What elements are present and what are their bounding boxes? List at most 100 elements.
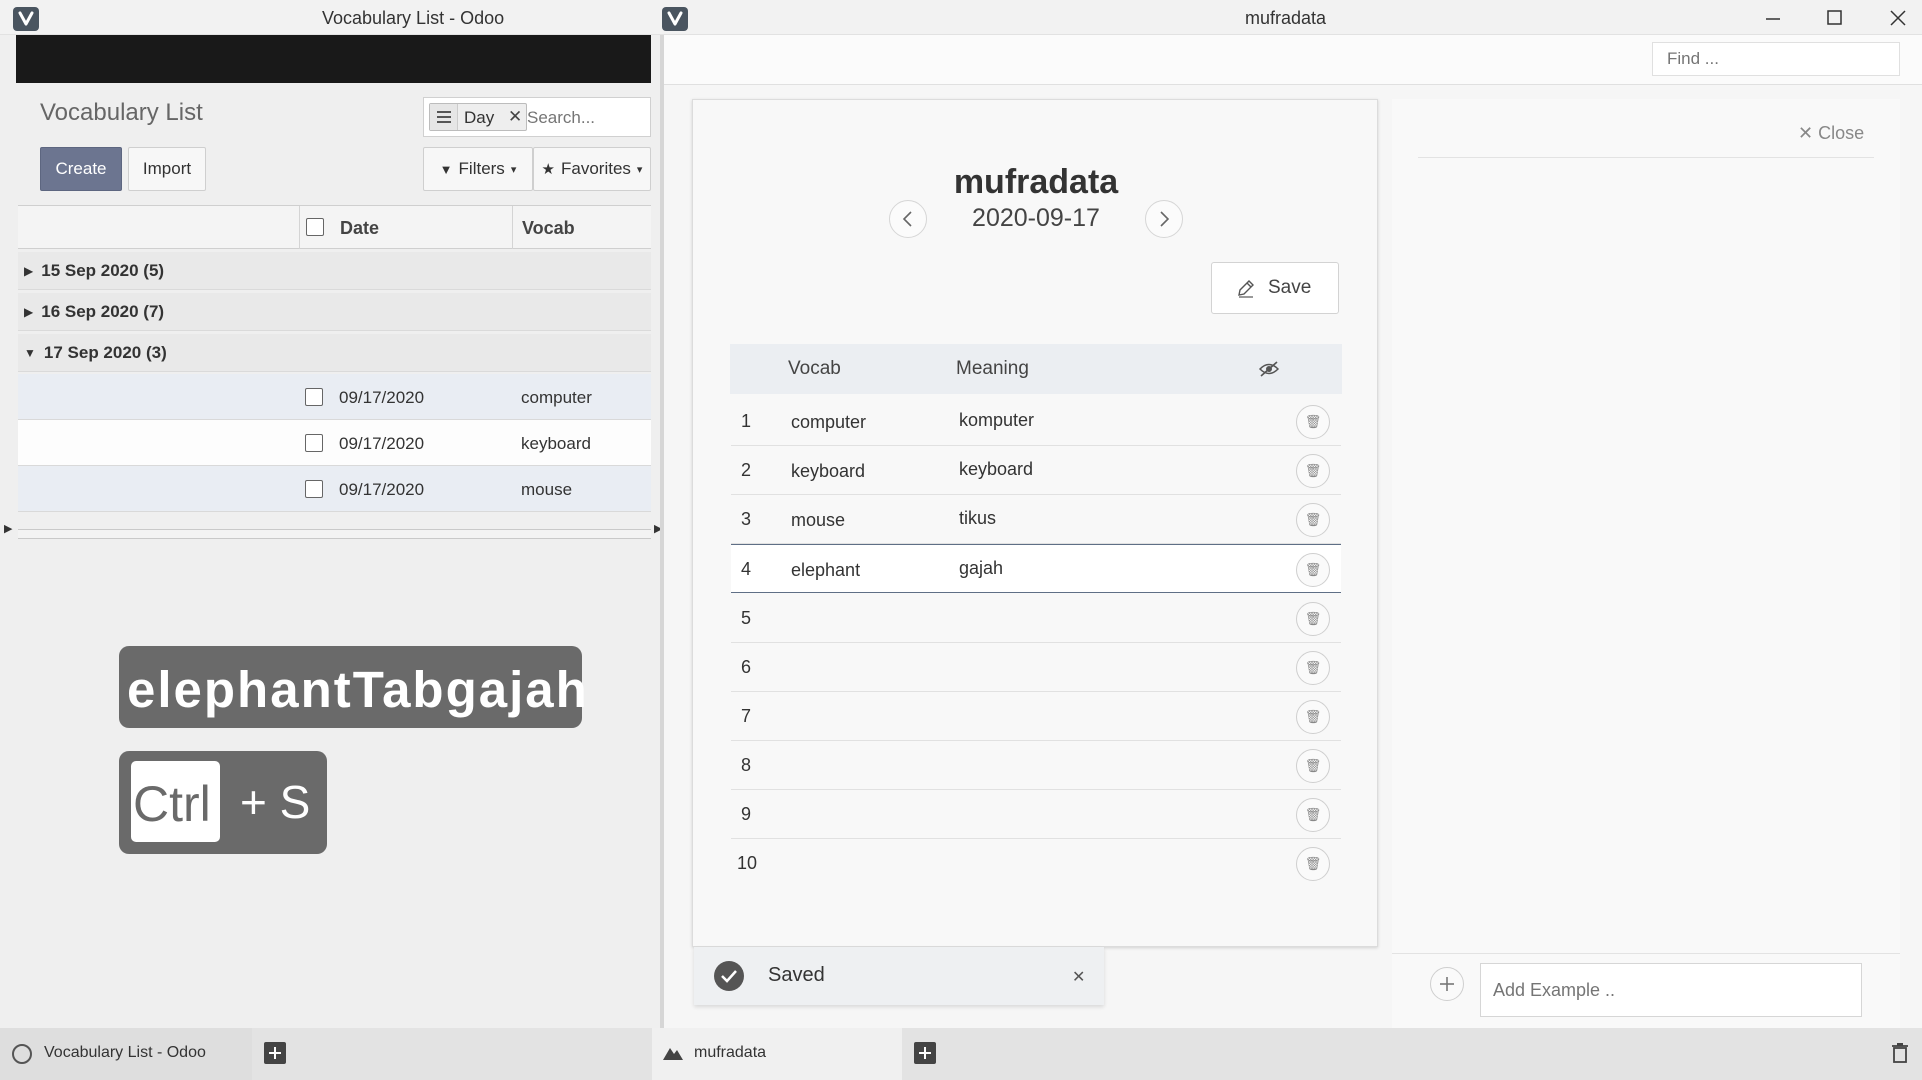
delete-row-button[interactable]: 🗑	[1296, 847, 1330, 881]
tab-label: Vocabulary List - Odoo	[44, 1044, 206, 1061]
favorites-button[interactable]: ★ Favorites ▾	[533, 147, 651, 191]
card-title: mufradata	[953, 163, 1119, 201]
search-box[interactable]: Day ✕	[423, 97, 651, 137]
group-by-icon	[430, 104, 458, 130]
row-number: 5	[741, 608, 752, 628]
vivaldi-logo-icon[interactable]	[13, 7, 39, 31]
row-meaning[interactable]: tikus	[959, 508, 996, 529]
row-vocab[interactable]: mouse	[791, 510, 845, 531]
trash-icon: 🗑	[1304, 562, 1322, 577]
save-button[interactable]: Save	[1211, 262, 1339, 314]
table-row[interactable]: 2 keyboard keyboard 🗑	[731, 446, 1341, 495]
column-header-date[interactable]: Date	[340, 218, 379, 239]
panel-separator	[1418, 157, 1874, 158]
table-row[interactable]: 5 🗑	[731, 594, 1341, 643]
search-facet[interactable]: Day ✕	[429, 103, 527, 131]
check-circle-icon	[714, 961, 744, 991]
table-row[interactable]: 3 mouse tikus 🗑	[731, 495, 1341, 544]
save-label: Save	[1268, 277, 1312, 298]
column-header-vocab[interactable]: Vocab	[522, 218, 575, 239]
shortcut-overlay: Ctrl + S	[119, 751, 327, 854]
table-row[interactable]: 1 computer komputer 🗑	[731, 397, 1341, 446]
maximize-button[interactable]	[1814, 6, 1854, 30]
delete-row-button[interactable]: 🗑	[1296, 454, 1330, 488]
delete-row-button[interactable]: 🗑	[1296, 749, 1330, 783]
list-row[interactable]: 09/17/2020 mouse	[18, 466, 651, 512]
find-input[interactable]	[1652, 42, 1900, 76]
new-tab-button[interactable]	[914, 1042, 936, 1064]
close-panel-button[interactable]: ✕ Close	[1798, 123, 1864, 144]
add-example-button[interactable]	[1430, 967, 1464, 1001]
trash-icon: 🗑	[1304, 758, 1322, 773]
new-tab-button[interactable]	[264, 1042, 286, 1064]
row-vocab[interactable]: keyboard	[791, 461, 865, 482]
list-row[interactable]: 09/17/2020 keyboard	[18, 420, 651, 466]
delete-row-button[interactable]: 🗑	[1296, 405, 1330, 439]
group-row[interactable]: ▶ 15 Sep 2020 (5)	[18, 252, 651, 290]
close-window-button[interactable]	[1878, 6, 1918, 30]
table-row[interactable]: 10 🗑	[731, 839, 1341, 888]
filters-button[interactable]: ▼ Filters ▾	[423, 147, 533, 191]
delete-row-button[interactable]: 🗑	[1296, 553, 1330, 587]
vivaldi-logo-icon[interactable]	[662, 7, 688, 31]
create-button-label: Create	[55, 159, 107, 178]
minimize-button[interactable]	[1752, 6, 1792, 30]
row-number: 9	[741, 804, 752, 824]
row-checkbox[interactable]	[305, 480, 323, 498]
create-button[interactable]: Create	[40, 147, 122, 191]
delete-row-button[interactable]: 🗑	[1296, 651, 1330, 685]
list-row[interactable]: 09/17/2020 computer	[18, 374, 651, 420]
row-meaning[interactable]: gajah	[959, 558, 1003, 579]
row-checkbox[interactable]	[305, 388, 323, 406]
add-example-input[interactable]	[1480, 963, 1862, 1017]
card-date: 2020-09-17	[972, 204, 1100, 232]
delete-row-button[interactable]: 🗑	[1296, 602, 1330, 636]
tab-vocabulary-list[interactable]: Vocabulary List - Odoo	[0, 1028, 252, 1080]
table-row[interactable]: 6 🗑	[731, 643, 1341, 692]
eye-slash-icon[interactable]	[1258, 359, 1280, 379]
tab-bar: Vocabulary List - Odoo mufradata	[0, 1028, 1922, 1080]
row-vocab[interactable]: elephant	[791, 560, 860, 581]
keystroke-overlay: elephantTabgajah	[119, 646, 587, 728]
remove-facet-icon[interactable]: ✕	[508, 107, 522, 127]
tab-mufradata[interactable]: mufradata	[652, 1028, 902, 1080]
toast-message: Saved	[768, 964, 825, 986]
delete-row-button[interactable]: 🗑	[1296, 798, 1330, 832]
row-vocab: keyboard	[521, 434, 591, 453]
import-button[interactable]: Import	[128, 147, 206, 191]
trash-icon: 🗑	[1304, 463, 1322, 478]
trash-icon[interactable]	[1890, 1041, 1910, 1065]
odoo-top-navbar	[16, 35, 651, 83]
trash-icon: 🗑	[1304, 611, 1322, 626]
select-all-checkbox[interactable]	[306, 218, 324, 236]
row-vocab[interactable]: computer	[791, 412, 866, 433]
table-row[interactable]: 9 🗑	[731, 790, 1341, 839]
group-label: 17 Sep 2020 (3)	[43, 342, 167, 362]
search-input[interactable]	[527, 104, 647, 132]
row-date: 09/17/2020	[339, 480, 425, 499]
table-row[interactable]: 8 🗑	[731, 741, 1341, 790]
group-row[interactable]: ▼ 17 Sep 2020 (3)	[18, 334, 651, 372]
row-meaning[interactable]: komputer	[959, 410, 1034, 431]
horizontal-scrollbar[interactable]	[18, 529, 651, 539]
filter-icon: ▼	[439, 161, 453, 177]
column-header-meaning: Meaning	[956, 358, 1029, 379]
right-title-bar: mufradata	[662, 0, 1922, 35]
left-title-bar: Vocabulary List - Odoo	[0, 0, 662, 35]
row-meaning[interactable]: keyboard	[959, 459, 1033, 480]
group-row[interactable]: ▶ 16 Sep 2020 (7)	[18, 293, 651, 331]
table-row[interactable]: 7 🗑	[731, 692, 1341, 741]
trash-icon: 🗑	[1304, 414, 1322, 429]
side-panel: ✕ Close	[1392, 99, 1900, 1029]
scroll-left-icon[interactable]: ▶	[4, 522, 12, 535]
keystroke-text: elephantTabgajah	[127, 661, 589, 718]
delete-row-button[interactable]: 🗑	[1296, 700, 1330, 734]
toast-close-icon[interactable]: ✕	[1072, 967, 1085, 987]
caret-right-icon: ▶	[24, 263, 34, 278]
row-number: 6	[741, 657, 752, 677]
table-row-active[interactable]: 4 elephant gajah 🗑	[731, 544, 1341, 593]
delete-row-button[interactable]: 🗑	[1296, 503, 1330, 537]
row-number: 2	[741, 460, 752, 480]
row-checkbox[interactable]	[305, 434, 323, 452]
next-date-button[interactable]	[1145, 200, 1183, 238]
